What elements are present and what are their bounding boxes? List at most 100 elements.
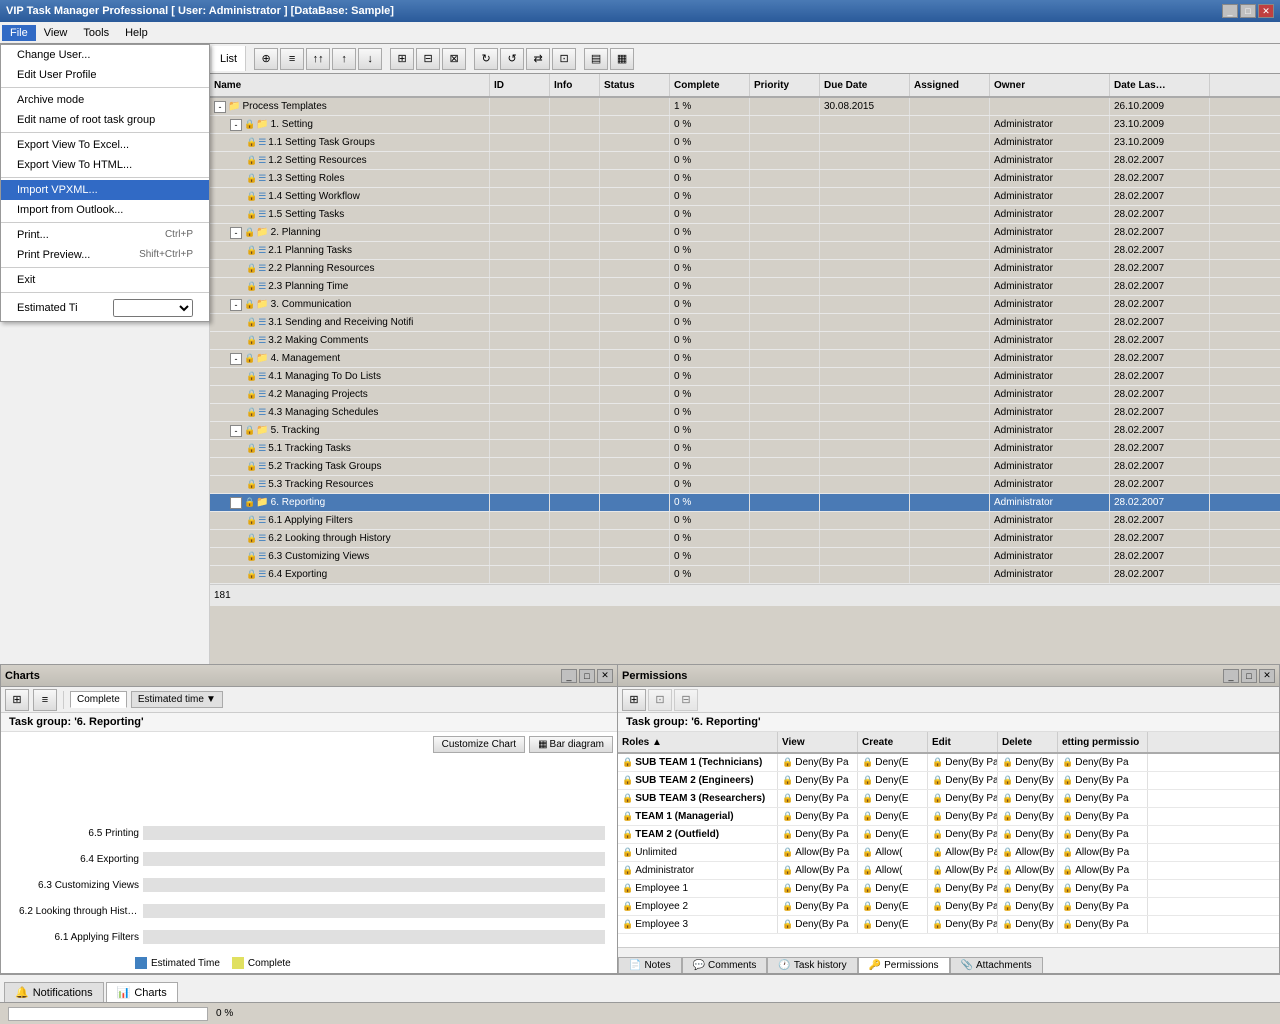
change-user-item[interactable]: Change User... [1, 45, 209, 65]
expand-button[interactable]: - [230, 497, 242, 509]
table-row[interactable]: 🔒☰4.2 Managing Projects0 %Administrator2… [210, 386, 1280, 404]
col-id[interactable]: ID [490, 74, 550, 96]
table-row[interactable]: -📁Process Templates1 %30.08.201526.10.20… [210, 98, 1280, 116]
perm-maximize-btn[interactable]: □ [1241, 669, 1257, 683]
expand-button[interactable]: - [230, 353, 242, 365]
table-row[interactable]: -🔒📁1. Setting0 %Administrator23.10.2009 [210, 116, 1280, 134]
table-row[interactable]: 🔒☰6.4 Exporting0 %Administrator28.02.200… [210, 566, 1280, 584]
table-row[interactable]: 🔒☰3.1 Sending and Receiving Notifi0 %Adm… [210, 314, 1280, 332]
bar-diagram-btn[interactable]: ▦ Bar diagram [529, 736, 613, 753]
export-html-item[interactable]: Export View To HTML... [1, 155, 209, 175]
complete-tab[interactable]: Complete [70, 691, 127, 708]
perm-row[interactable]: 🔒Employee 3🔒Deny(By Pa🔒Deny(E🔒Deny(By Pa… [618, 916, 1279, 934]
perm-row[interactable]: 🔒SUB TEAM 3 (Researchers)🔒Deny(By Pa🔒Den… [618, 790, 1279, 808]
charts-minimize-btn[interactable]: _ [561, 669, 577, 683]
charts-toolbar-btn1[interactable]: ⊞ [5, 689, 29, 711]
perm-row[interactable]: 🔒SUB TEAM 1 (Technicians)🔒Deny(By Pa🔒Den… [618, 754, 1279, 772]
toolbar-btn-12[interactable]: ▦ [610, 48, 634, 70]
table-row[interactable]: 🔒☰5.3 Tracking Resources0 %Administrator… [210, 476, 1280, 494]
perm-row[interactable]: 🔒Employee 1🔒Deny(By Pa🔒Deny(E🔒Deny(By Pa… [618, 880, 1279, 898]
print-item[interactable]: Print... Ctrl+P [1, 225, 209, 245]
perm-row[interactable]: 🔒SUB TEAM 2 (Engineers)🔒Deny(By Pa🔒Deny(… [618, 772, 1279, 790]
table-row[interactable]: 🔒☰6.1 Applying Filters0 %Administrator28… [210, 512, 1280, 530]
notes-tab[interactable]: 📄 Notes [618, 957, 682, 973]
toolbar-btn-11[interactable]: ▤ [584, 48, 608, 70]
perm-row[interactable]: 🔒Unlimited🔒Allow(By Pa🔒Allow(🔒Allow(By P… [618, 844, 1279, 862]
perm-row[interactable]: 🔒Administrator🔒Allow(By Pa🔒Allow(🔒Allow(… [618, 862, 1279, 880]
toolbar-btn-5[interactable]: ↓ [358, 48, 382, 70]
comments-tab[interactable]: 💬 Comments [682, 957, 768, 973]
table-row[interactable]: -🔒📁3. Communication0 %Administrator28.02… [210, 296, 1280, 314]
table-row[interactable]: 🔒☰5.2 Tracking Task Groups0 %Administrat… [210, 458, 1280, 476]
col-info[interactable]: Info [550, 74, 600, 96]
toolbar-btn-9[interactable]: ⇄ [526, 48, 550, 70]
toolbar-btn-8[interactable]: ⊠ [442, 48, 466, 70]
table-row[interactable]: 🔒☰1.4 Setting Workflow0 %Administrator28… [210, 188, 1280, 206]
expand-button[interactable]: - [214, 101, 226, 113]
table-row[interactable]: 🔒☰4.3 Managing Schedules0 %Administrator… [210, 404, 1280, 422]
expand-button[interactable]: - [230, 299, 242, 311]
perm-row[interactable]: 🔒TEAM 2 (Outfield)🔒Deny(By Pa🔒Deny(E🔒Den… [618, 826, 1279, 844]
col-datelast[interactable]: Date Las… [1110, 74, 1210, 96]
toolbar-btn-3[interactable]: ↑↑ [306, 48, 330, 70]
expand-button[interactable]: - [230, 227, 242, 239]
table-row[interactable]: 🔒☰1.5 Setting Tasks0 %Administrator28.02… [210, 206, 1280, 224]
estimated-ti-select[interactable] [113, 299, 193, 317]
charts-maximize-btn[interactable]: □ [579, 669, 595, 683]
notifications-tab[interactable]: 🔔 Notifications [4, 982, 104, 1002]
import-vpxml-item[interactable]: Import VPXML... [1, 180, 209, 200]
table-row[interactable]: 🔒☰1.1 Setting Task Groups0 %Administrato… [210, 134, 1280, 152]
permissions-tab[interactable]: 🔑 Permissions [858, 957, 950, 973]
expand-button[interactable]: - [230, 425, 242, 437]
perm-minimize-btn[interactable]: _ [1223, 669, 1239, 683]
edit-user-profile-item[interactable]: Edit User Profile [1, 65, 209, 85]
col-name[interactable]: Name [210, 74, 490, 96]
table-row[interactable]: 🔒☰5.1 Tracking Tasks0 %Administrator28.0… [210, 440, 1280, 458]
table-row[interactable]: 🔒☰1.2 Setting Resources0 %Administrator2… [210, 152, 1280, 170]
table-row[interactable]: 🔒☰4.1 Managing To Do Lists0 %Administrat… [210, 368, 1280, 386]
tools-menu[interactable]: Tools [75, 25, 117, 41]
toolbar-btn-4[interactable]: ↑ [332, 48, 356, 70]
table-row[interactable]: 🔒☰1.3 Setting Roles0 %Administrator28.02… [210, 170, 1280, 188]
table-row[interactable]: 🔒☰3.2 Making Comments0 %Administrator28.… [210, 332, 1280, 350]
perm-toolbar-btn1[interactable]: ⊞ [622, 689, 646, 711]
perm-toolbar-btn2[interactable]: ⊡ [648, 689, 672, 711]
col-priority[interactable]: Priority [750, 74, 820, 96]
toolbar-btn-10[interactable]: ⊡ [552, 48, 576, 70]
table-row[interactable]: 🔒☰2.2 Planning Resources0 %Administrator… [210, 260, 1280, 278]
estimated-time-tab[interactable]: Estimated time ▼ [131, 691, 223, 708]
expand-button[interactable]: - [230, 119, 242, 131]
table-row[interactable]: 🔒☰2.3 Planning Time0 %Administrator28.02… [210, 278, 1280, 296]
col-duedate[interactable]: Due Date [820, 74, 910, 96]
import-outlook-item[interactable]: Import from Outlook... [1, 200, 209, 220]
table-row[interactable]: 🔒☰6.3 Customizing Views0 %Administrator2… [210, 548, 1280, 566]
perm-col-delete[interactable]: Delete [998, 732, 1058, 752]
archive-mode-item[interactable]: Archive mode [1, 90, 209, 110]
table-row[interactable]: -🔒📁6. Reporting0 %Administrator28.02.200… [210, 494, 1280, 512]
perm-col-roles[interactable]: Roles ▲ [618, 732, 778, 752]
customize-chart-btn[interactable]: Customize Chart [433, 736, 525, 753]
perm-row[interactable]: 🔒Employee 2🔒Deny(By Pa🔒Deny(E🔒Deny(By Pa… [618, 898, 1279, 916]
export-excel-item[interactable]: Export View To Excel... [1, 135, 209, 155]
perm-col-setting[interactable]: etting permissio [1058, 732, 1148, 752]
col-complete[interactable]: Complete [670, 74, 750, 96]
list-tab[interactable]: List [212, 46, 246, 71]
edit-root-name-item[interactable]: Edit name of root task group [1, 110, 209, 130]
perm-col-edit[interactable]: Edit [928, 732, 998, 752]
charts-close-btn[interactable]: ✕ [597, 669, 613, 683]
close-button[interactable]: ✕ [1258, 4, 1274, 18]
exit-item[interactable]: Exit [1, 270, 209, 290]
col-assigned[interactable]: Assigned [910, 74, 990, 96]
table-row[interactable]: -🔒📁4. Management0 %Administrator28.02.20… [210, 350, 1280, 368]
toolbar-btn-2[interactable]: ≡ [280, 48, 304, 70]
perm-col-view[interactable]: View [778, 732, 858, 752]
view-menu[interactable]: View [36, 25, 76, 41]
task-history-tab[interactable]: 🕐 Task history [767, 957, 857, 973]
file-menu[interactable]: File [2, 25, 36, 41]
perm-col-create[interactable]: Create [858, 732, 928, 752]
toolbar-btn-undo[interactable]: ↺ [500, 48, 524, 70]
toolbar-btn-6[interactable]: ⊞ [390, 48, 414, 70]
minimize-button[interactable]: _ [1222, 4, 1238, 18]
help-menu[interactable]: Help [117, 25, 156, 41]
toolbar-btn-7[interactable]: ⊟ [416, 48, 440, 70]
